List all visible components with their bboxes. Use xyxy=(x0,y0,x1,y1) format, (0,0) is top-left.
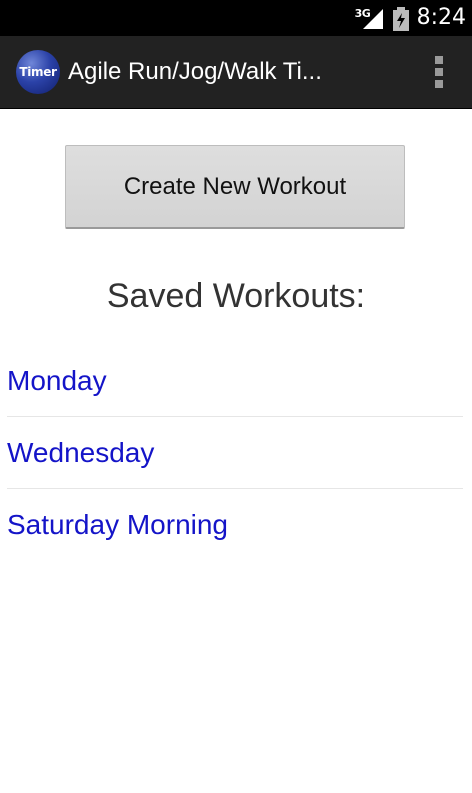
action-bar: Timer Agile Run/Jog/Walk Ti... xyxy=(0,36,472,109)
workout-item-wednesday[interactable]: Wednesday xyxy=(7,417,463,489)
overflow-dot xyxy=(435,56,443,64)
workout-item-saturday-morning[interactable]: Saturday Morning xyxy=(7,489,463,560)
app-title: Agile Run/Jog/Walk Ti... xyxy=(68,58,322,85)
app-icon-label: Timer xyxy=(19,65,57,79)
overflow-menu-icon[interactable] xyxy=(432,56,446,88)
saved-workouts-list: Monday Wednesday Saturday Morning xyxy=(7,345,463,560)
create-new-workout-button[interactable]: Create New Workout xyxy=(65,145,405,229)
status-icons: 3G 8:24 xyxy=(354,0,466,36)
overflow-dot xyxy=(435,68,443,76)
app-icon[interactable]: Timer xyxy=(16,50,60,94)
clock: 8:24 xyxy=(416,5,466,30)
battery-icon xyxy=(392,5,409,31)
saved-workouts-heading: Saved Workouts: xyxy=(106,277,366,315)
workout-item-monday[interactable]: Monday xyxy=(7,345,463,417)
main-content: Create New Workout Saved Workouts: Monda… xyxy=(0,109,472,793)
signal-icon: 3G xyxy=(354,5,385,31)
network-type-label: 3G xyxy=(354,7,371,20)
overflow-dot xyxy=(435,80,443,88)
status-bar: 3G 8:24 xyxy=(0,0,472,36)
